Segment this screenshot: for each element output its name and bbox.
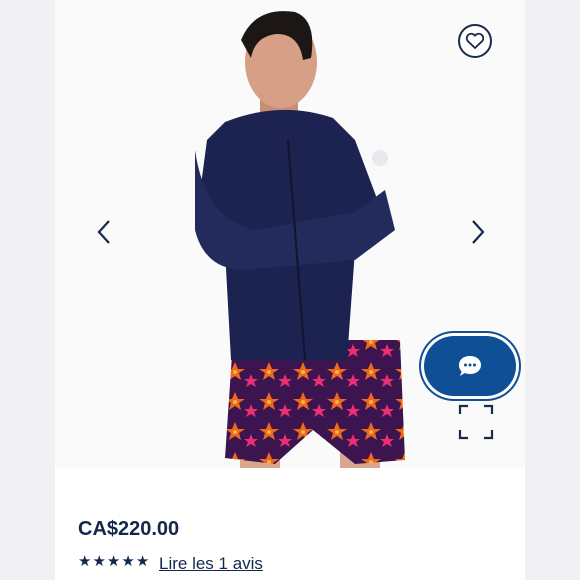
star-icon: ★ xyxy=(135,553,150,570)
chat-bubble-icon xyxy=(459,356,481,376)
product-page: CA$220.00 ★ ★ ★ ★ ★ Lire les 1 avis xyxy=(0,0,580,580)
wishlist-button[interactable] xyxy=(458,24,492,58)
product-price: CA$220.00 xyxy=(78,518,180,540)
fullscreen-icon xyxy=(458,404,494,440)
heart-outline-icon xyxy=(465,32,485,49)
right-margin xyxy=(525,0,580,580)
chevron-left-icon xyxy=(97,220,110,244)
prev-image-button[interactable] xyxy=(92,217,116,247)
star-icon: ★ xyxy=(106,553,121,570)
product-image[interactable] xyxy=(55,0,525,468)
rating-stars: ★ ★ ★ ★ ★ xyxy=(78,554,149,570)
left-margin xyxy=(0,0,55,580)
product-info-panel: CA$220.00 ★ ★ ★ ★ ★ Lire les 1 avis xyxy=(55,468,525,580)
chevron-right-icon xyxy=(472,220,485,244)
star-icon: ★ xyxy=(78,553,92,570)
star-icon: ★ xyxy=(92,553,106,570)
chat-button[interactable] xyxy=(424,336,516,396)
star-icon: ★ xyxy=(121,553,135,570)
model-photo-illustration xyxy=(195,11,405,468)
fullscreen-button[interactable] xyxy=(458,404,494,440)
next-image-button[interactable] xyxy=(466,217,490,247)
reviews-link[interactable]: Lire les 1 avis xyxy=(159,554,263,574)
